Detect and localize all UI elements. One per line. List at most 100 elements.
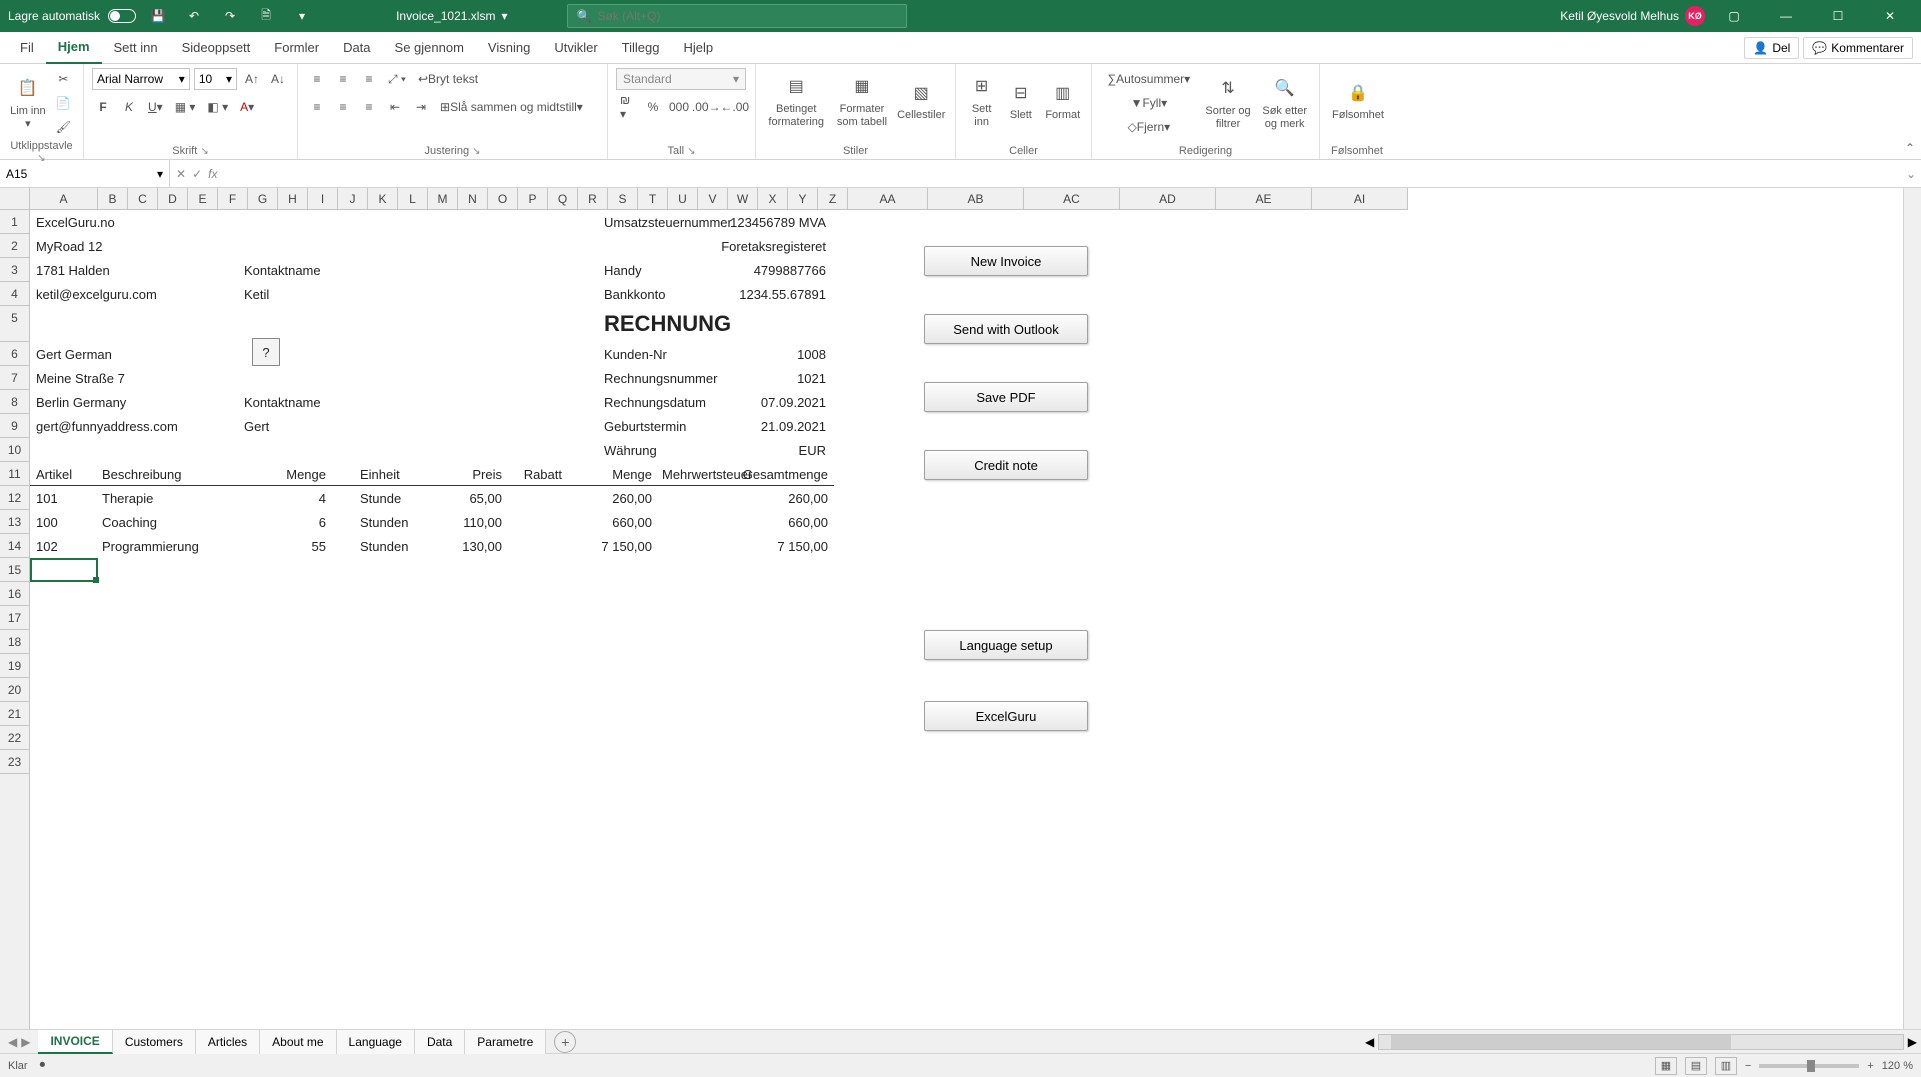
- col-header-F[interactable]: F: [218, 188, 248, 209]
- accept-formula-icon[interactable]: ✓: [192, 167, 202, 181]
- cell-content[interactable]: Ketil: [240, 282, 273, 306]
- col-header-U[interactable]: U: [668, 188, 698, 209]
- ribbon-tab-hjelp[interactable]: Hjelp: [672, 32, 726, 64]
- sheet-tab-invoice[interactable]: INVOICE: [38, 1030, 112, 1054]
- sheet-tab-articles[interactable]: Articles: [196, 1030, 260, 1054]
- col-header-AI[interactable]: AI: [1312, 188, 1408, 209]
- col-header-Y[interactable]: Y: [788, 188, 818, 209]
- cell-content[interactable]: 7 150,00: [600, 534, 656, 558]
- filename-dropdown-icon[interactable]: ▾: [501, 9, 507, 23]
- orientation-icon[interactable]: ⤢ ▾: [384, 68, 410, 90]
- cell-content[interactable]: Berlin Germany: [32, 390, 130, 414]
- align-right-icon[interactable]: ≡: [358, 96, 380, 118]
- cell-content[interactable]: 102: [32, 534, 62, 558]
- cell-content[interactable]: ExcelGuru.no: [32, 210, 119, 234]
- align-middle-icon[interactable]: ≡: [332, 68, 354, 90]
- vertical-scrollbar[interactable]: [1903, 188, 1921, 1029]
- cell-content[interactable]: Geburtstermin: [600, 414, 690, 438]
- align-bottom-icon[interactable]: ≡: [358, 68, 380, 90]
- sheet-tab-about-me[interactable]: About me: [260, 1030, 336, 1054]
- cell-content[interactable]: Gesamtmenge: [748, 462, 832, 486]
- sheet-tab-customers[interactable]: Customers: [113, 1030, 196, 1054]
- cell-content[interactable]: Mehrwertsteuer: [658, 462, 756, 486]
- number-dialog-launcher[interactable]: ↘: [687, 146, 695, 157]
- cell-content[interactable]: Therapie: [98, 486, 157, 510]
- col-header-S[interactable]: S: [608, 188, 638, 209]
- expand-formula-bar-icon[interactable]: ⌄: [1901, 167, 1921, 181]
- cell-content[interactable]: 6: [288, 510, 330, 534]
- number-format-select[interactable]: Standard▾: [616, 68, 746, 90]
- cell-content[interactable]: 7 150,00: [748, 534, 832, 558]
- cell-content[interactable]: Beschreibung: [98, 462, 186, 486]
- sensitivity-button[interactable]: 🔒Følsomhet: [1328, 68, 1388, 134]
- col-header-R[interactable]: R: [578, 188, 608, 209]
- zoom-out-icon[interactable]: −: [1745, 1060, 1751, 1072]
- font-dialog-launcher[interactable]: ↘: [200, 146, 208, 157]
- row-header-1[interactable]: 1: [0, 210, 29, 234]
- hscroll-right-icon[interactable]: ▶: [1904, 1035, 1921, 1049]
- cell-content[interactable]: Stunde: [356, 486, 405, 510]
- cancel-formula-icon[interactable]: ✕: [176, 167, 186, 181]
- cell-content[interactable]: Kontaktname: [240, 258, 325, 282]
- cell-content[interactable]: Artikel: [32, 462, 76, 486]
- col-header-K[interactable]: K: [368, 188, 398, 209]
- search-input[interactable]: [597, 9, 898, 23]
- cell-content[interactable]: 1234.55.67891: [730, 282, 830, 306]
- cell-content[interactable]: Programmierung: [98, 534, 203, 558]
- col-header-Q[interactable]: Q: [548, 188, 578, 209]
- cell-content[interactable]: 07.09.2021: [730, 390, 830, 414]
- export-icon[interactable]: 🗎: [252, 2, 280, 30]
- ribbon-tab-fil[interactable]: Fil: [8, 32, 46, 64]
- cell-content[interactable]: 65,00: [460, 486, 506, 510]
- comma-format-icon[interactable]: 000: [668, 96, 690, 118]
- col-header-O[interactable]: O: [488, 188, 518, 209]
- ribbon-tab-formler[interactable]: Formler: [262, 32, 331, 64]
- cell-content[interactable]: 55: [288, 534, 330, 558]
- sheet-nav-next-icon[interactable]: ▶: [21, 1035, 30, 1049]
- row-header-11[interactable]: 11: [0, 462, 29, 486]
- macro-button-new-invoice[interactable]: New Invoice: [924, 246, 1088, 276]
- cell-content[interactable]: RECHNUNG: [600, 306, 735, 342]
- cell-content[interactable]: 130,00: [460, 534, 506, 558]
- format-table-button[interactable]: ▦Formater som tabell: [832, 68, 891, 134]
- underline-button[interactable]: U ▾: [144, 96, 167, 118]
- search-box[interactable]: 🔍: [567, 4, 907, 28]
- col-header-V[interactable]: V: [698, 188, 728, 209]
- col-header-W[interactable]: W: [728, 188, 758, 209]
- cell-content[interactable]: Gert German: [32, 342, 116, 366]
- col-header-N[interactable]: N: [458, 188, 488, 209]
- col-header-D[interactable]: D: [158, 188, 188, 209]
- cell-content[interactable]: Stunden: [356, 534, 412, 558]
- cell-content[interactable]: 660,00: [600, 510, 656, 534]
- row-header-17[interactable]: 17: [0, 606, 29, 630]
- cell-content[interactable]: ketil@excelguru.com: [32, 282, 161, 306]
- page-break-view-icon[interactable]: ▥: [1715, 1057, 1737, 1075]
- cell-content[interactable]: gert@funnyaddress.com: [32, 414, 182, 438]
- align-top-icon[interactable]: ≡: [306, 68, 328, 90]
- border-button[interactable]: ▦ ▾: [171, 96, 200, 118]
- save-icon[interactable]: 💾: [144, 2, 172, 30]
- cell-content[interactable]: Währung: [600, 438, 661, 462]
- cell-content[interactable]: Kontaktname: [240, 390, 325, 414]
- row-header-15[interactable]: 15: [0, 558, 29, 582]
- cell-content[interactable]: ?: [252, 338, 280, 366]
- row-header-4[interactable]: 4: [0, 282, 29, 306]
- zoom-level[interactable]: 120 %: [1882, 1060, 1913, 1072]
- delete-cells-button[interactable]: ⊟Slett: [1003, 68, 1038, 134]
- cell-content[interactable]: Stunden: [356, 510, 412, 534]
- wrap-text-button[interactable]: ↩ Bryt tekst: [414, 68, 482, 90]
- row-header-21[interactable]: 21: [0, 702, 29, 726]
- col-header-AA[interactable]: AA: [848, 188, 928, 209]
- cell-content[interactable]: 100: [32, 510, 62, 534]
- percent-format-icon[interactable]: %: [642, 96, 664, 118]
- horizontal-scrollbar[interactable]: [1378, 1034, 1904, 1050]
- col-header-X[interactable]: X: [758, 188, 788, 209]
- ribbon-tab-sideoppsett[interactable]: Sideoppsett: [170, 32, 263, 64]
- cell-content[interactable]: Bankkonto: [600, 282, 669, 306]
- fx-icon[interactable]: fx: [208, 167, 217, 181]
- select-all-corner[interactable]: [0, 188, 30, 210]
- increase-font-icon[interactable]: A↑: [241, 68, 263, 90]
- row-header-6[interactable]: 6: [0, 342, 29, 366]
- ribbon-tab-hjem[interactable]: Hjem: [46, 32, 102, 64]
- sheet-tab-parametre[interactable]: Parametre: [465, 1030, 546, 1054]
